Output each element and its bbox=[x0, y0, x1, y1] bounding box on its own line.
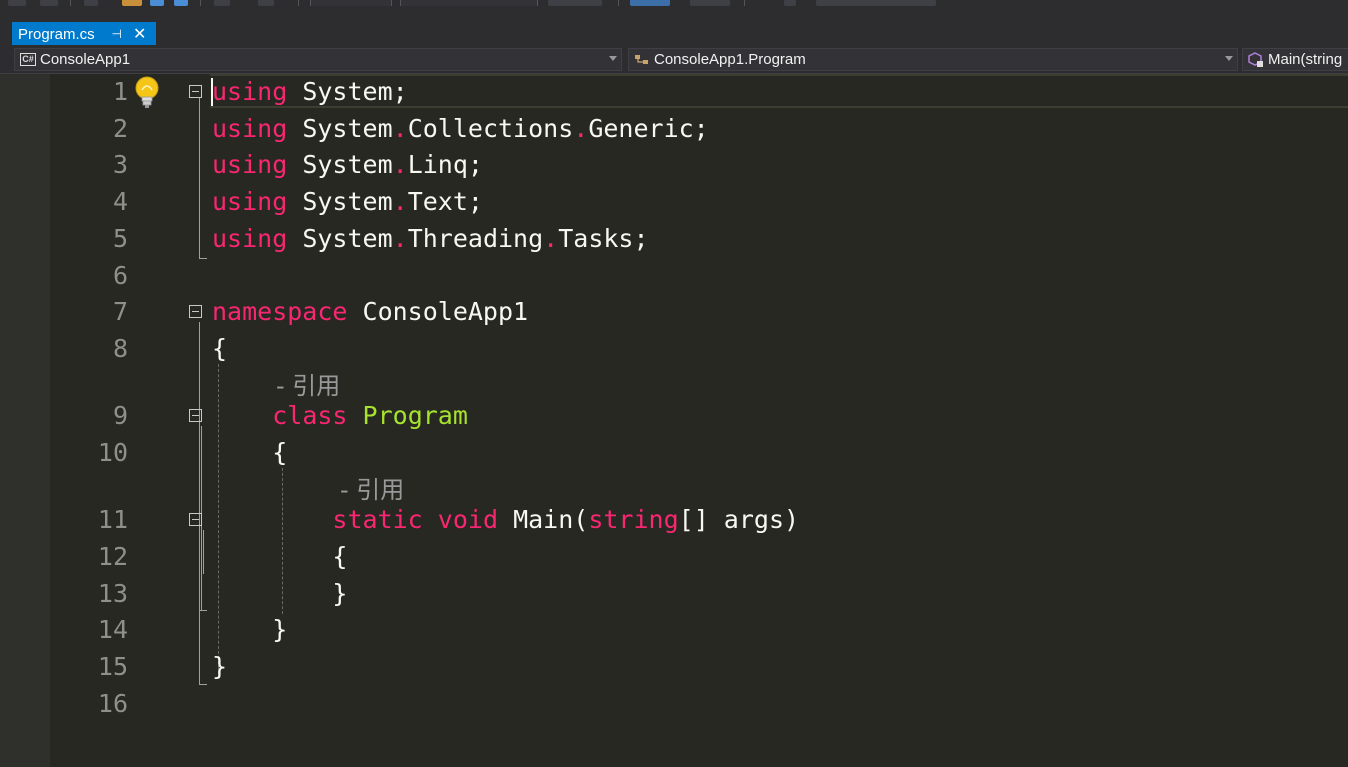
project-dropdown[interactable]: C# ConsoleApp1 bbox=[14, 48, 622, 71]
code-text: } bbox=[212, 615, 288, 644]
type-label: ConsoleApp1.Program bbox=[654, 51, 806, 68]
line-number: 12 bbox=[97, 542, 128, 571]
class-icon bbox=[632, 51, 652, 68]
line-number: 8 bbox=[112, 334, 128, 363]
code-text: using System.Text; bbox=[212, 187, 483, 216]
member-dropdown[interactable]: Main(string bbox=[1242, 48, 1348, 71]
codelens-references[interactable]: - 引用 bbox=[276, 366, 340, 401]
code-text: { bbox=[212, 334, 228, 363]
text-caret bbox=[211, 78, 213, 106]
code-line: 5 using System.Threading.Tasks; bbox=[0, 221, 1348, 257]
code-line: 8 { bbox=[0, 331, 1348, 367]
code-line: 14 } bbox=[0, 612, 1348, 648]
code-line: 15 } bbox=[0, 649, 1348, 685]
code-text: using System.Linq; bbox=[212, 150, 483, 179]
code-line: 6 bbox=[0, 258, 1348, 294]
method-icon bbox=[1246, 51, 1266, 68]
type-dropdown[interactable]: ConsoleApp1.Program bbox=[628, 48, 1238, 71]
code-line: 1 using System; bbox=[0, 74, 1348, 110]
code-line: 10 { bbox=[0, 435, 1348, 471]
code-line: 13 } bbox=[0, 576, 1348, 612]
project-label: ConsoleApp1 bbox=[40, 51, 131, 68]
code-text: } bbox=[212, 652, 228, 681]
codelens-references[interactable]: - 引用 bbox=[340, 470, 404, 505]
code-text: } bbox=[212, 579, 348, 608]
code-editor[interactable]: - 引用 - 引用 1 using System; 2 using System… bbox=[0, 74, 1348, 767]
csharp-project-icon: C# bbox=[20, 53, 36, 66]
code-text: namespace ConsoleApp1 bbox=[212, 297, 529, 326]
code-text: { bbox=[212, 438, 288, 467]
code-line: 11 static void Main(string[] args) bbox=[0, 502, 1348, 538]
navigation-bar: C# ConsoleApp1 ConsoleApp1.Program Main(… bbox=[0, 45, 1348, 74]
tab-program-cs[interactable]: Program.cs ⊣ ✕ bbox=[12, 22, 156, 46]
document-tab-strip: Program.cs ⊣ ✕ bbox=[0, 6, 1348, 51]
keyword: using bbox=[212, 77, 288, 106]
line-number: 14 bbox=[97, 615, 128, 644]
code-text: using System; bbox=[212, 77, 408, 106]
line-number: 15 bbox=[97, 652, 128, 681]
code-line: 4 using System.Text; bbox=[0, 184, 1348, 220]
chevron-down-icon bbox=[1225, 56, 1233, 61]
line-number: 3 bbox=[112, 150, 128, 179]
code-text: { bbox=[212, 542, 348, 571]
code-line: 9 class Program bbox=[0, 398, 1348, 434]
code-text: class Program bbox=[272, 401, 468, 430]
line-number: 7 bbox=[112, 297, 128, 326]
line-number: 16 bbox=[97, 689, 128, 718]
tab-title: Program.cs bbox=[18, 25, 95, 43]
line-number: 4 bbox=[112, 187, 128, 216]
code-line: 7 namespace ConsoleApp1 bbox=[0, 294, 1348, 330]
chevron-down-icon bbox=[609, 56, 617, 61]
line-number: 1 bbox=[112, 77, 128, 106]
line-number: 6 bbox=[112, 261, 128, 290]
code-line: 2 using System.Collections.Generic; bbox=[0, 111, 1348, 147]
line-number: 10 bbox=[97, 438, 128, 467]
code-text: using System.Threading.Tasks; bbox=[212, 224, 649, 253]
pin-icon[interactable]: ⊣ bbox=[111, 27, 123, 41]
line-number: 11 bbox=[97, 505, 128, 534]
close-icon[interactable]: ✕ bbox=[133, 24, 147, 44]
code-line: 3 using System.Linq; bbox=[0, 147, 1348, 183]
line-number: 5 bbox=[112, 224, 128, 253]
line-number: 9 bbox=[112, 401, 128, 430]
code-line: 16 bbox=[0, 686, 1348, 722]
code-text: using System.Collections.Generic; bbox=[212, 114, 709, 143]
line-number: 13 bbox=[97, 579, 128, 608]
line-number: 2 bbox=[112, 114, 128, 143]
code-line: 12 { bbox=[0, 539, 1348, 575]
code-text: static void Main(string[] args) bbox=[332, 505, 800, 534]
member-label: Main(string bbox=[1268, 51, 1343, 68]
